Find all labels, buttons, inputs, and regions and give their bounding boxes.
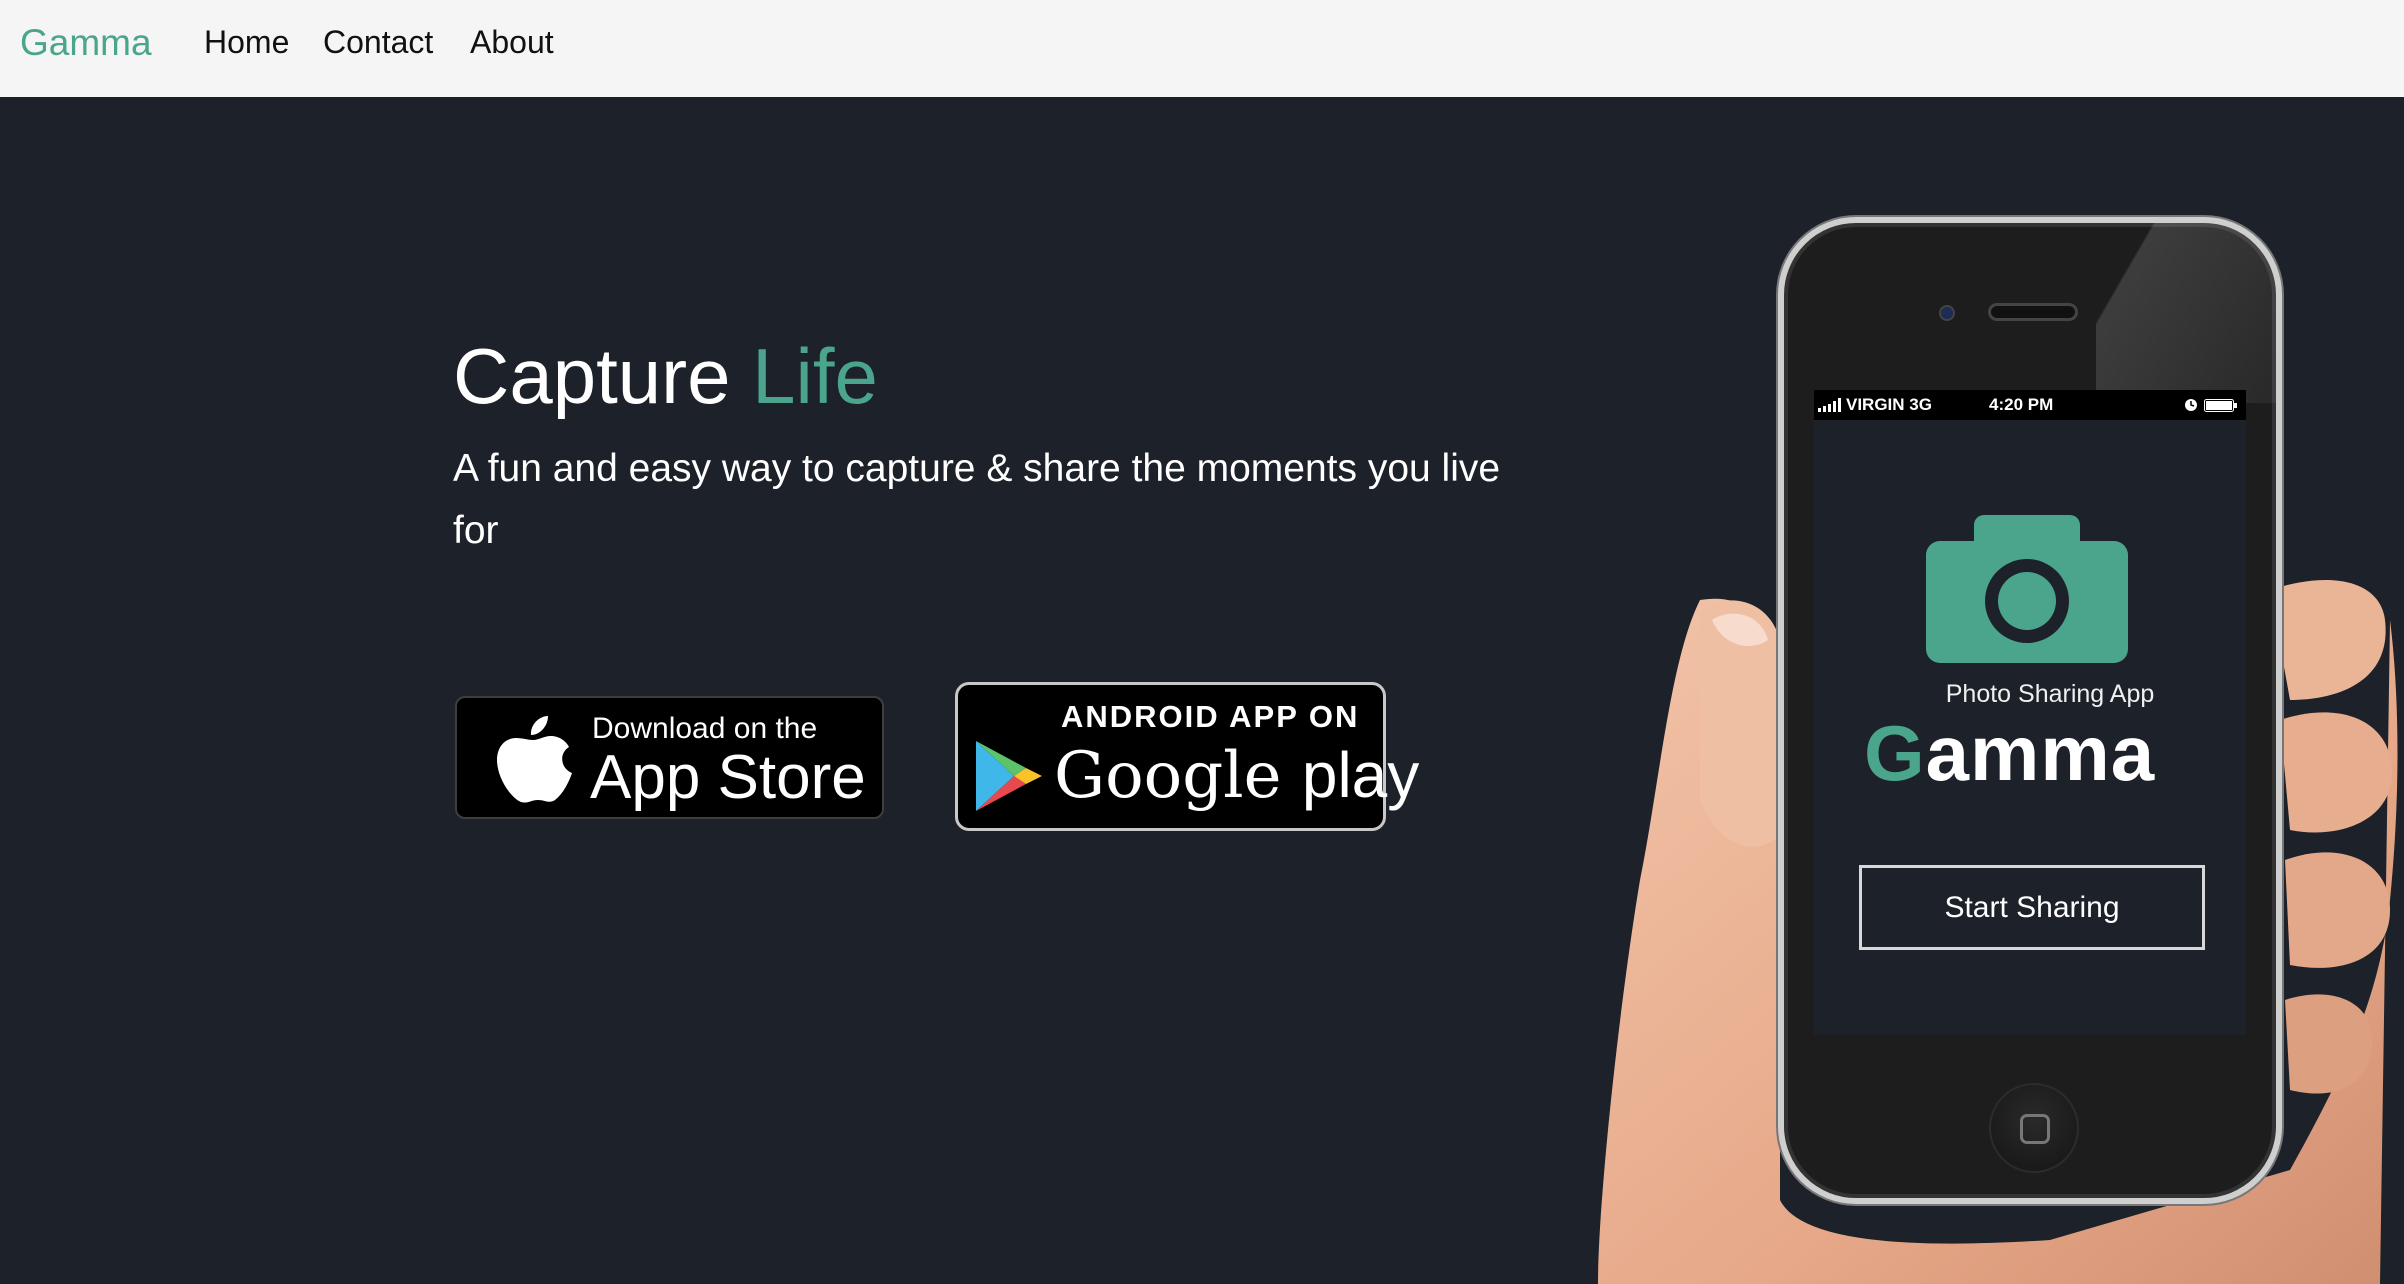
start-sharing-button[interactable]: Start Sharing [1859,865,2205,950]
phone-glare [2096,223,2276,403]
status-time: 4:20 PM [1989,395,2054,414]
phone-speaker [1988,303,2078,321]
signal-icon [1818,398,1841,412]
camera-icon [1926,515,2128,663]
app-name-rest: amma [1925,709,2156,797]
phone-home-button [1989,1083,2079,1173]
alarm-icon [2185,399,2197,411]
battery-icon [2204,399,2237,412]
app-name-first-letter: G [1864,709,1926,797]
status-carrier: VIRGIN 3G [1846,395,1932,414]
home-square-icon [2020,1114,2050,1144]
front-camera [1939,305,1955,321]
phone-mockup: VIRGIN 3G 4:20 PM Photo Sharing App Gamm… [1778,217,2282,1204]
app-name: Gamma [1864,708,2155,799]
app-tagline: Photo Sharing App [1945,680,2155,708]
phone-screen: VIRGIN 3G 4:20 PM Photo Sharing App Gamm… [1814,390,2246,1035]
phone-status-bar: VIRGIN 3G 4:20 PM [1814,390,2246,420]
